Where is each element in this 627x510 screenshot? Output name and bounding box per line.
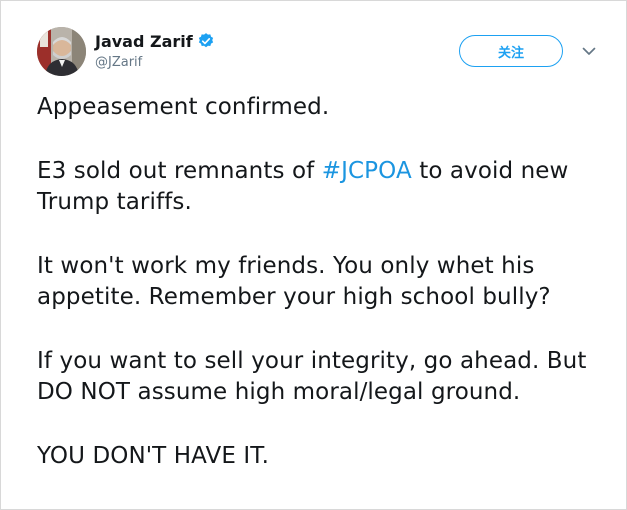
tweet-paragraph: If you want to sell your integrity, go a… (37, 348, 587, 405)
hashtag-link[interactable]: #JCPOA (322, 158, 412, 184)
tweet-paragraph: YOU DON'T HAVE IT. (37, 443, 270, 469)
tweet-header: Javad Zarif @JZarif 关注 (37, 27, 607, 77)
tweet-paragraph: E3 sold out remnants of #JCPOA to avoid … (37, 156, 617, 218)
follow-button[interactable]: 关注 (459, 35, 563, 67)
avatar[interactable] (37, 27, 86, 76)
tweet-card: Javad Zarif @JZarif 关注 Appeasement confi… (0, 0, 627, 510)
verified-badge-icon (198, 33, 213, 48)
display-name[interactable]: Javad Zarif (95, 32, 193, 51)
tweet-text: Appeasement confirmed. E3 sold out remna… (37, 92, 617, 472)
display-name-row: Javad Zarif (95, 30, 215, 52)
chevron-down-icon[interactable] (581, 43, 597, 59)
author-info: Javad Zarif @JZarif (95, 30, 215, 70)
handle[interactable]: @JZarif (95, 55, 215, 70)
tweet-paragraph: It won't work my friends. You only whet … (37, 253, 551, 310)
tweet-text-segment: E3 sold out remnants of (37, 158, 322, 184)
tweet-paragraph: Appeasement confirmed. (37, 94, 330, 120)
